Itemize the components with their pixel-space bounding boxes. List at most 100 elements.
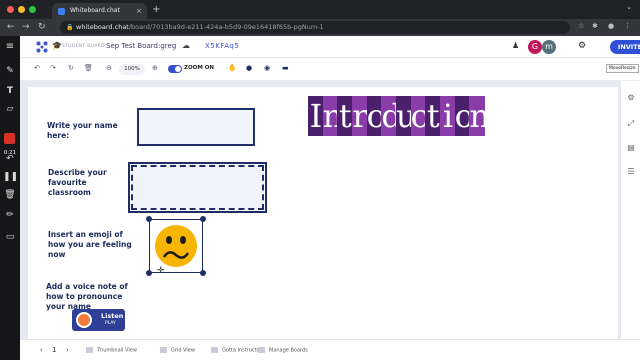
board-code[interactable]: X5KFAq5 bbox=[205, 42, 239, 50]
invite-button[interactable]: INVITE bbox=[610, 40, 640, 54]
listen-button[interactable]: Listen PLAY bbox=[72, 309, 125, 331]
thumbnail-view-button[interactable]: Thumbnail View bbox=[86, 347, 137, 354]
prev-page-button[interactable]: ‹ bbox=[40, 346, 43, 354]
tab-title: Whiteboard.chat bbox=[70, 7, 120, 14]
hand-icon[interactable]: ✋ bbox=[228, 64, 237, 72]
manage-boards-label: Manage Boards bbox=[269, 347, 308, 354]
thumbnail-view-label: Thumbnail View bbox=[97, 347, 137, 354]
name-input-box[interactable] bbox=[137, 108, 255, 146]
zoom-out-icon[interactable]: ⊖ bbox=[106, 64, 112, 72]
trash-icon[interactable]: 🗑 bbox=[3, 188, 17, 202]
title-letter: d bbox=[381, 96, 402, 136]
resize-handle-tl[interactable] bbox=[146, 216, 152, 222]
pen-small-icon[interactable]: ✏ bbox=[3, 208, 17, 222]
camera-icon[interactable]: ▭ bbox=[3, 230, 17, 244]
page-number[interactable]: 1 bbox=[52, 346, 56, 354]
browser-toolbar: ← → ↻ 🔒 whiteboard.chat/board/7013ba9d-e… bbox=[0, 19, 640, 36]
listen-label: Listen bbox=[101, 312, 124, 320]
undo-icon[interactable]: ↶ bbox=[3, 152, 17, 166]
window-maximize-button[interactable] bbox=[29, 6, 36, 13]
resize-handle-bl[interactable] bbox=[146, 270, 152, 276]
undo-icon[interactable]: ↶ bbox=[34, 64, 40, 72]
video-icon[interactable]: ▬ bbox=[282, 64, 289, 72]
url-path: /board/7013ba9d-e211-424a-b5d9-09e16418f… bbox=[128, 23, 324, 31]
extensions-icon[interactable]: ✱ bbox=[592, 22, 598, 30]
app-header: 🎓 STUDENT BOARD: Sep Test Board:greg ☁ X… bbox=[20, 36, 640, 58]
delete-icon[interactable]: 🗑 bbox=[84, 64, 93, 72]
grid-view-label: Grid View bbox=[171, 347, 195, 354]
confused-emoji-icon bbox=[155, 225, 197, 267]
zoom-on-label: ZOOM ON bbox=[184, 65, 215, 71]
list-icon[interactable]: ☰ bbox=[626, 167, 636, 177]
color-dot-icon[interactable]: ● bbox=[246, 64, 252, 72]
thumbnail-icon bbox=[86, 347, 93, 353]
text-icon[interactable]: T bbox=[3, 84, 17, 98]
window-close-button[interactable] bbox=[7, 6, 14, 13]
move-cursor-icon: ✛ bbox=[157, 266, 165, 276]
shape-icon[interactable]: ◉ bbox=[264, 64, 270, 72]
next-page-button[interactable]: › bbox=[66, 346, 69, 354]
tab-search-icon[interactable]: ⌄ bbox=[626, 3, 632, 11]
gotta-instructor-label: Gotta Instructor bbox=[222, 347, 262, 354]
bookmark-star-icon[interactable]: ☆ bbox=[578, 22, 584, 30]
profile-icon[interactable]: ● bbox=[608, 22, 614, 30]
forward-icon[interactable]: → bbox=[22, 21, 30, 34]
menu-icon[interactable]: ≡ bbox=[3, 40, 17, 54]
expand-icon[interactable]: ⤢ bbox=[626, 119, 636, 129]
favicon-icon bbox=[58, 8, 65, 15]
prompt-classroom: Describe your favourite classroom bbox=[48, 168, 107, 197]
title-letter: t bbox=[425, 96, 442, 136]
reload-icon[interactable]: ↻ bbox=[38, 21, 46, 34]
back-icon[interactable]: ← bbox=[7, 21, 15, 34]
title-letter: u bbox=[396, 96, 417, 136]
address-bar[interactable]: 🔒 whiteboard.chat/board/7013ba9d-e211-42… bbox=[60, 21, 570, 34]
tab-close-icon[interactable]: × bbox=[136, 3, 142, 19]
board-name[interactable]: Sep Test Board:greg bbox=[106, 42, 176, 50]
zoom-toggle[interactable] bbox=[168, 65, 182, 73]
grid-icon bbox=[160, 347, 167, 353]
browser-tab-bar: Whiteboard.chat × + ⌄ bbox=[0, 0, 640, 19]
redo-icon[interactable]: ↷ bbox=[50, 64, 56, 72]
board-toolbar: ↶ ↷ ↻ 🗑 ⊖ 100% ⊕ ZOOM ON ✋ ● ◉ ▬ MoveRes… bbox=[20, 58, 640, 81]
whiteboard-logo-icon[interactable] bbox=[36, 41, 48, 53]
prompt-name: Write your name here: bbox=[47, 121, 118, 140]
users-icon[interactable]: ♟ bbox=[512, 41, 519, 50]
pages-icon[interactable]: ▤ bbox=[626, 143, 636, 153]
emoji-selection[interactable] bbox=[149, 219, 203, 273]
record-icon[interactable] bbox=[4, 133, 15, 144]
move-resize-button[interactable]: MoveResize bbox=[606, 64, 639, 73]
browser-menu-icon[interactable]: ⋮ bbox=[624, 22, 631, 30]
speaker-icon bbox=[76, 312, 92, 328]
refresh-icon[interactable]: ↻ bbox=[68, 64, 74, 72]
left-toolbar: ≡ ✎ T ▱ 0:21 ↶ ❚❚ 🗑 ✏ ▭ bbox=[0, 36, 20, 360]
title-letter: c bbox=[410, 96, 429, 136]
eraser-icon[interactable]: ▱ bbox=[3, 102, 17, 116]
title-letter: t bbox=[337, 96, 354, 136]
user-settings-icon[interactable]: ⚙ bbox=[626, 93, 636, 103]
resize-handle-tr[interactable] bbox=[200, 216, 206, 222]
title-letter: r bbox=[352, 96, 368, 136]
browser-tab[interactable]: Whiteboard.chat × bbox=[52, 3, 147, 19]
pause-icon[interactable]: ❚❚ bbox=[3, 170, 18, 184]
grid-view-button[interactable]: Grid View bbox=[160, 347, 195, 354]
prompt-voice: Add a voice note of how to pronounce you… bbox=[46, 282, 128, 311]
window-minimize-button[interactable] bbox=[18, 6, 25, 13]
zoom-in-icon[interactable]: ⊕ bbox=[152, 64, 158, 72]
pen-icon[interactable]: ✎ bbox=[3, 64, 17, 78]
instructor-icon bbox=[211, 347, 218, 353]
title-letter: o bbox=[366, 96, 386, 136]
gotta-instructor-button[interactable]: Gotta Instructor bbox=[211, 347, 262, 354]
settings-gear-icon[interactable]: ⚙ bbox=[578, 41, 586, 51]
zoom-level[interactable]: 100% bbox=[119, 64, 145, 75]
manage-boards-button[interactable]: Manage Boards bbox=[258, 347, 308, 354]
avatar-g[interactable]: G bbox=[528, 40, 542, 54]
title-letter: o bbox=[454, 96, 474, 136]
prompt-emoji: Insert an emoji of how you are feeling n… bbox=[48, 230, 132, 259]
graduation-cap-icon: 🎓 bbox=[52, 41, 62, 50]
resize-handle-br[interactable] bbox=[200, 270, 206, 276]
lock-icon: 🔒 bbox=[66, 24, 74, 31]
avatar-m[interactable]: m bbox=[542, 40, 556, 54]
classroom-input-box[interactable] bbox=[128, 162, 267, 213]
new-tab-button[interactable]: + bbox=[152, 3, 160, 17]
bottom-bar: ‹ 1 › Thumbnail View Grid View Gotta Ins… bbox=[20, 339, 640, 360]
